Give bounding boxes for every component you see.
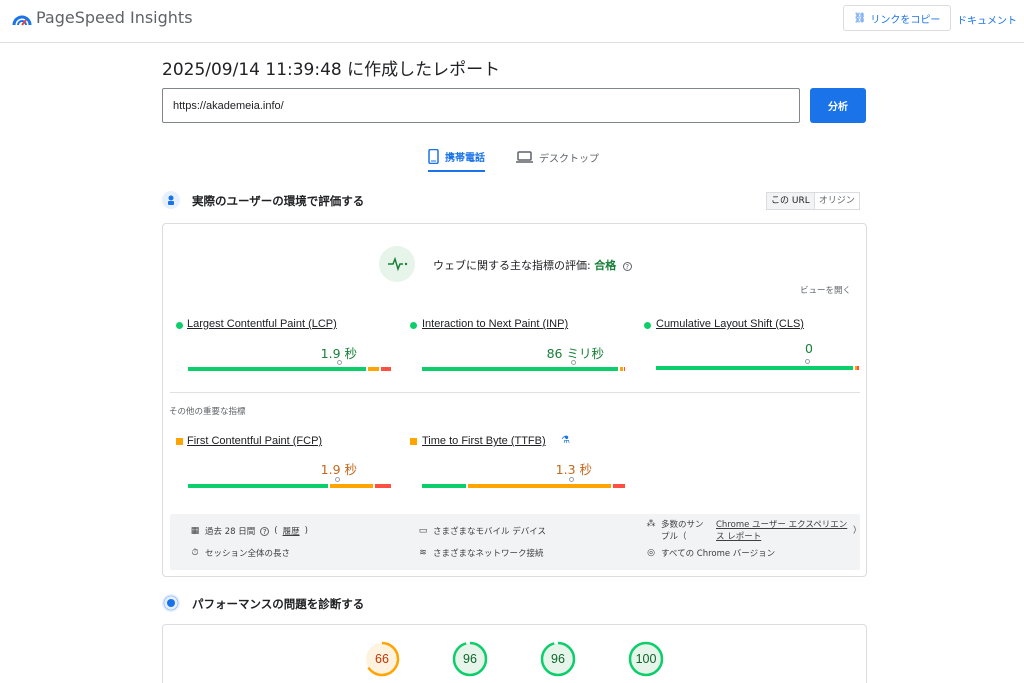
tab-desktop[interactable]: デスクトップ	[516, 145, 599, 169]
metric-fcp-distribution	[188, 484, 391, 488]
samples-info: ⁂ 多数のサンプル（ Chrome ユーザー エクスペリエンス レポート ）	[646, 519, 862, 543]
good-status-icon	[644, 322, 651, 329]
score-value: 66	[375, 652, 389, 666]
calendar-icon: ▦	[190, 526, 200, 536]
chrome-label: すべての Chrome バージョン	[661, 549, 776, 559]
metric-lcp-name[interactable]: Largest Contentful Paint (LCP)	[187, 318, 337, 330]
metric-inp-marker	[571, 360, 576, 365]
cwv-result: 合格	[594, 259, 617, 272]
network-label: さまざまなネットワーク接続	[433, 549, 544, 559]
pulse-icon	[379, 246, 415, 282]
top-bar: PageSpeed Insights ⛓ リンクをコピー ドキュメント	[0, 0, 1024, 43]
metric-lcp-value: 1.9 秒	[320, 346, 357, 361]
metric-cls-marker	[805, 359, 810, 364]
score-value: 96	[463, 652, 477, 666]
brand-title[interactable]: PageSpeed Insights	[36, 8, 193, 27]
metric-fcp-value: 1.9 秒	[320, 462, 357, 477]
good-status-icon	[176, 322, 183, 329]
score-value: 100	[635, 652, 657, 666]
metric-fcp-name[interactable]: First Contentful Paint (FCP)	[187, 435, 322, 447]
metric-cls-name[interactable]: Cumulative Layout Shift (CLS)	[656, 318, 804, 330]
tab-desktop-label: デスクトップ	[539, 153, 599, 165]
metric-fcp-marker	[335, 477, 340, 482]
metric-inp-value: 86 ミリ秒	[546, 346, 604, 361]
report-title: 2025/09/14 11:39:48 に作成したレポート	[162, 60, 501, 80]
url-input[interactable]	[162, 88, 800, 123]
divider	[170, 392, 860, 393]
laptop-icon	[516, 151, 533, 163]
tab-mobile-label: 携帯電話	[445, 153, 485, 164]
devices-label: さまざまなモバイル デバイス	[433, 527, 546, 537]
samples-icon: ⁂	[646, 519, 656, 529]
tab-mobile[interactable]: 携帯電話	[428, 145, 485, 172]
cwv-label: ウェブに関する主な指標の評価:	[433, 259, 591, 272]
pagespeed-logo-icon	[12, 15, 32, 26]
session-info: ⏱ セッション全体の長さ	[190, 547, 290, 559]
crux-report-link[interactable]: Chrome ユーザー エクスペリエンス レポート	[716, 519, 848, 543]
toggle-this-url[interactable]: この URL	[767, 193, 815, 209]
device-info: ▭ さまざまなモバイル デバイス	[418, 525, 546, 537]
diagnose-heading: パフォーマンスの問題を診断する	[192, 597, 365, 611]
wifi-icon: ≋	[419, 548, 427, 558]
devices-icon: ▭	[418, 526, 428, 536]
metric-inp-name[interactable]: Interaction to Next Paint (INP)	[422, 318, 568, 330]
link-icon: ⛓	[853, 12, 867, 24]
metric-ttfb-distribution	[422, 484, 625, 488]
copy-link-label: リンクをコピー	[870, 14, 941, 26]
period-label: 過去 28 日間	[205, 527, 256, 537]
score-value: 96	[551, 652, 565, 666]
docs-link[interactable]: ドキュメント	[957, 12, 1017, 27]
metric-lcp-marker	[337, 360, 342, 365]
users-icon	[162, 191, 180, 209]
samples-suffix: ）	[853, 526, 862, 536]
chrome-info: ◎ すべての Chrome バージョン	[646, 547, 775, 559]
help-icon[interactable]: ?	[622, 262, 632, 271]
analyze-button[interactable]: 分析	[810, 88, 866, 123]
cwv-assessment: ウェブに関する主な指標の評価: 合格 ?	[433, 257, 632, 273]
metric-ttfb-value: 1.3 秒	[555, 462, 592, 477]
field-data-heading: 実際のユーザーの環境で評価する	[192, 194, 365, 208]
score-gauge[interactable]: 66	[364, 641, 400, 677]
session-label: セッション全体の長さ	[205, 549, 291, 559]
open-view-link[interactable]: ビューを開く	[800, 284, 851, 296]
lab-diagnose-icon	[162, 594, 180, 612]
good-status-icon	[410, 322, 417, 329]
url-origin-toggle: この URL オリジン	[766, 192, 860, 210]
metric-cls-value: 0	[805, 341, 813, 356]
score-gauge[interactable]: 100	[628, 641, 664, 677]
network-info: ≋ さまざまなネットワーク接続	[418, 547, 544, 559]
collection-period: ▦ 過去 28 日間 ? (履歴)	[190, 525, 308, 537]
copy-link-button[interactable]: ⛓ リンクをコピー	[843, 5, 951, 31]
lab-scores-card	[162, 624, 867, 683]
history-link[interactable]: 履歴	[283, 525, 300, 537]
score-gauge[interactable]: 96	[540, 641, 576, 677]
metric-ttfb-marker	[569, 477, 574, 482]
help-icon[interactable]: ?	[260, 526, 270, 536]
metric-ttfb-name[interactable]: Time to First Byte (TTFB)	[422, 435, 546, 447]
experimental-flask-icon: ⚗	[561, 435, 570, 446]
chrome-icon: ◎	[647, 548, 655, 558]
other-metrics-label: その他の重要な指標	[169, 407, 246, 417]
score-gauge[interactable]: 96	[452, 641, 488, 677]
stopwatch-icon: ⏱	[191, 548, 199, 558]
samples-prefix: 多数のサンプル（	[661, 520, 704, 542]
smartphone-icon	[428, 149, 439, 164]
metric-inp-distribution	[422, 367, 625, 371]
metric-lcp-distribution	[188, 367, 391, 371]
average-status-icon	[410, 438, 417, 445]
average-status-icon	[176, 438, 183, 445]
metric-cls-distribution	[656, 366, 859, 370]
toggle-origin[interactable]: オリジン	[815, 193, 859, 209]
